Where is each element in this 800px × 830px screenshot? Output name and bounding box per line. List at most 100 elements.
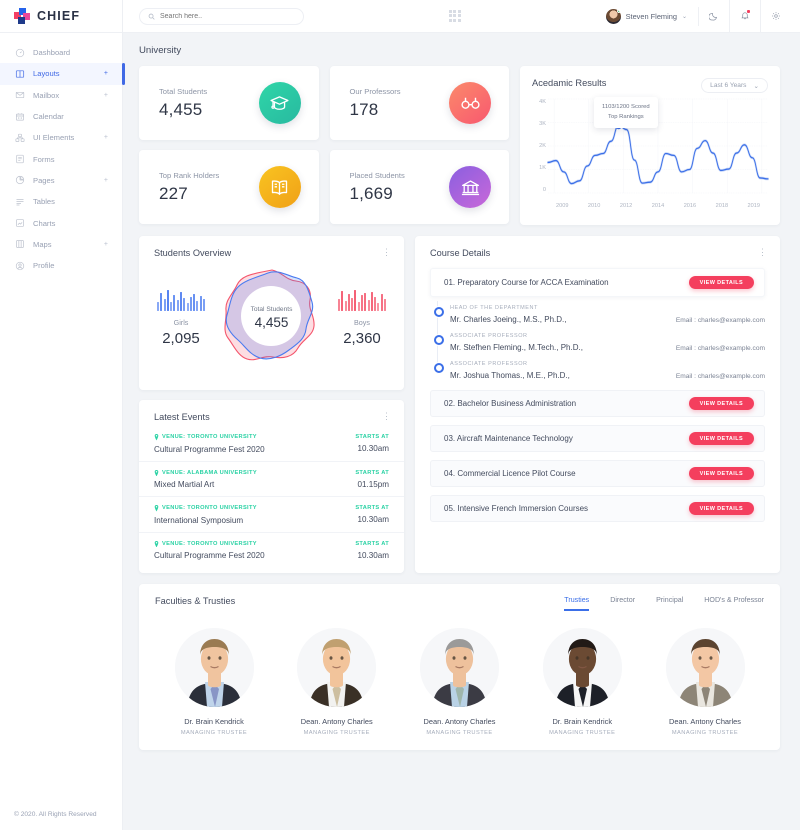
sidebar-item-forms[interactable]: Forms — [0, 148, 122, 169]
event-list-item[interactable]: VENUE: TORONTO UNIVERSITY International … — [139, 497, 404, 533]
spark-bar — [364, 293, 367, 311]
stat-value: 4,455 — [159, 99, 203, 119]
search-input[interactable] — [160, 12, 295, 20]
stats-column: Total Students 4,455 Our Professors 178 … — [139, 66, 509, 225]
stat-card[interactable]: Top Rank Holders 227 — [139, 150, 319, 224]
spark-bar — [189, 297, 192, 311]
course-name: 03. Aircraft Maintenance Technology — [444, 434, 573, 443]
stat-card[interactable]: Placed Students 1,669 — [329, 150, 509, 224]
sidebar-item-calendar[interactable]: Calendar — [0, 106, 122, 127]
portrait-illustration — [174, 628, 254, 707]
search-box[interactable] — [139, 7, 304, 25]
faculty-card[interactable]: Dr. Brain Kendrick MANAGING TRUSTEE — [155, 628, 273, 736]
spark-bar — [341, 291, 344, 311]
stat-value: 1,669 — [349, 183, 393, 203]
view-details-button[interactable]: VIEW DETAILS — [688, 432, 754, 445]
sidebar-item-pages[interactable]: Pages + — [0, 170, 122, 191]
sidebar-nav: Dashboard Layouts + Mailbox + Calendar UI Elem… — [0, 33, 125, 276]
stat-card[interactable]: Our Professors 178 — [329, 66, 509, 140]
view-details-button[interactable]: VIEW DETAILS — [688, 397, 754, 410]
event-time: 10.30am — [357, 444, 390, 453]
event-list-item[interactable]: VENUE: TORONTO UNIVERSITY Cultural Progr… — [139, 533, 404, 568]
chart-range-select[interactable]: Last 6 Years ⌄ — [701, 78, 768, 93]
course-row[interactable]: 05. Intensive French Immersion Courses V… — [430, 495, 765, 522]
sidebar-item-ui-elements[interactable]: UI Elements + — [0, 127, 122, 148]
faculty-photo — [297, 628, 377, 707]
event-list-item[interactable]: VENUE: ALABAMA UNIVERSITY Mixed Martial … — [139, 462, 404, 497]
maps-icon — [15, 239, 25, 249]
faculty-photo — [542, 628, 622, 707]
tab-principal[interactable]: Principal — [656, 596, 683, 611]
view-details-button[interactable]: VIEW DETAILS — [688, 467, 754, 480]
settings-button[interactable] — [761, 0, 792, 33]
latest-events-list: VENUE: TORONTO UNIVERSITY Cultural Progr… — [139, 426, 404, 567]
course-details-menu-button[interactable]: ⋮ — [758, 248, 767, 257]
portrait-illustration — [542, 628, 622, 707]
sidebar-item-label: Tables — [33, 197, 55, 207]
latest-events-menu-button[interactable]: ⋮ — [382, 412, 391, 421]
spark-bar — [203, 299, 206, 311]
faculty-photo — [420, 628, 499, 707]
students-overview-menu-button[interactable]: ⋮ — [382, 248, 391, 257]
tab-trusties[interactable]: Trusties — [564, 596, 590, 611]
course-details-card: Course Details ⋮ 01. Preparatory Course … — [415, 236, 780, 573]
faculty-card[interactable]: Dean. Antony Charles MANAGING TRUSTEE — [646, 628, 764, 736]
spark-bar — [173, 295, 176, 311]
sidebar-item-mailbox[interactable]: Mailbox + — [0, 85, 122, 106]
sidebar-item-tables[interactable]: Tables — [0, 191, 122, 212]
staff-role: HEAD OF THE DEPARTMENT — [450, 305, 538, 311]
event-name: Cultural Programme Fest 2020 — [154, 444, 265, 454]
brand-logo[interactable]: CHIEF — [0, 0, 122, 33]
expand-plus-icon: + — [103, 240, 108, 248]
faculties-card: Faculties & Trusties Trusties Director Pri… — [139, 584, 780, 750]
faculty-role: MANAGING TRUSTEE — [180, 730, 248, 736]
spark-bar — [337, 299, 340, 311]
tab-hod-s-professor[interactable]: HOD's & Professor — [704, 596, 764, 611]
event-list-item[interactable]: VENUE: TORONTO UNIVERSITY Cultural Progr… — [139, 426, 404, 462]
staff-name: Mr. Joshua Thomas., M.E., Ph.D., — [450, 371, 570, 380]
grid-apps-icon[interactable] — [448, 10, 461, 22]
sidebar-item-maps[interactable]: Maps + — [0, 234, 122, 255]
stat-card[interactable]: Total Students 4,455 — [139, 66, 319, 140]
course-details-header: Course Details ⋮ — [415, 236, 780, 259]
faculty-name: Dr. Brain Kendrick — [184, 717, 244, 726]
view-details-button[interactable]: VIEW DETAILS — [688, 502, 754, 515]
event-main: VENUE: TORONTO UNIVERSITY Cultural Progr… — [154, 434, 265, 454]
course-row[interactable]: 02. Bachelor Business Administration VIE… — [430, 390, 765, 417]
tab-director[interactable]: Director — [610, 596, 635, 611]
user-menu[interactable]: Steven Fleming ⌄ — [605, 6, 699, 26]
notification-badge — [746, 9, 750, 13]
spark-bar — [354, 290, 357, 311]
staff-email: Email : charles@example.com — [675, 345, 765, 352]
chevron-down-icon: ⌄ — [753, 82, 759, 90]
sidebar-item-label: Forms — [33, 154, 55, 164]
course-row[interactable]: 04. Commercial Licence Pilot Course VIEW… — [430, 460, 765, 487]
notifications-button[interactable] — [730, 0, 761, 33]
spark-bar — [176, 300, 179, 311]
location-pin-icon — [154, 540, 159, 547]
expand-plus-icon: + — [103, 91, 108, 99]
spark-bar — [170, 302, 173, 311]
y-tick-label: 1K — [539, 165, 546, 171]
sidebar-item-charts[interactable]: Charts — [0, 212, 122, 233]
faculty-card[interactable]: Dean. Antony Charles MANAGING TRUSTEE — [278, 628, 396, 736]
course-row[interactable]: 03. Aircraft Maintenance Technology VIEW… — [430, 425, 765, 452]
course-row[interactable]: 01. Preparatory Course for ACCA Examinat… — [430, 268, 765, 297]
online-status-dot — [617, 8, 621, 13]
event-name: International Symposium — [154, 515, 244, 525]
sidebar-item-layouts[interactable]: Layouts + — [0, 63, 125, 85]
charts-icon — [15, 218, 25, 228]
forms-icon — [15, 154, 25, 164]
sidebar-item-dashboard[interactable]: Dashboard — [0, 42, 122, 63]
expand-plus-icon: + — [103, 134, 108, 142]
spark-bar — [351, 298, 354, 311]
faculty-name: Dean. Antony Charles — [423, 717, 496, 726]
sidebar-item-profile[interactable]: Profile — [0, 255, 122, 276]
faculty-card[interactable]: Dr. Brain Kendrick MANAGING TRUSTEE — [523, 628, 641, 736]
theme-toggle-button[interactable] — [699, 0, 730, 33]
latest-events-header: Latest Events ⋮ — [139, 400, 404, 426]
search-icon — [148, 7, 155, 25]
spark-bar — [380, 294, 383, 311]
faculty-card[interactable]: Dean. Antony Charles MANAGING TRUSTEE — [401, 628, 519, 736]
view-details-button[interactable]: VIEW DETAILS — [688, 276, 754, 289]
